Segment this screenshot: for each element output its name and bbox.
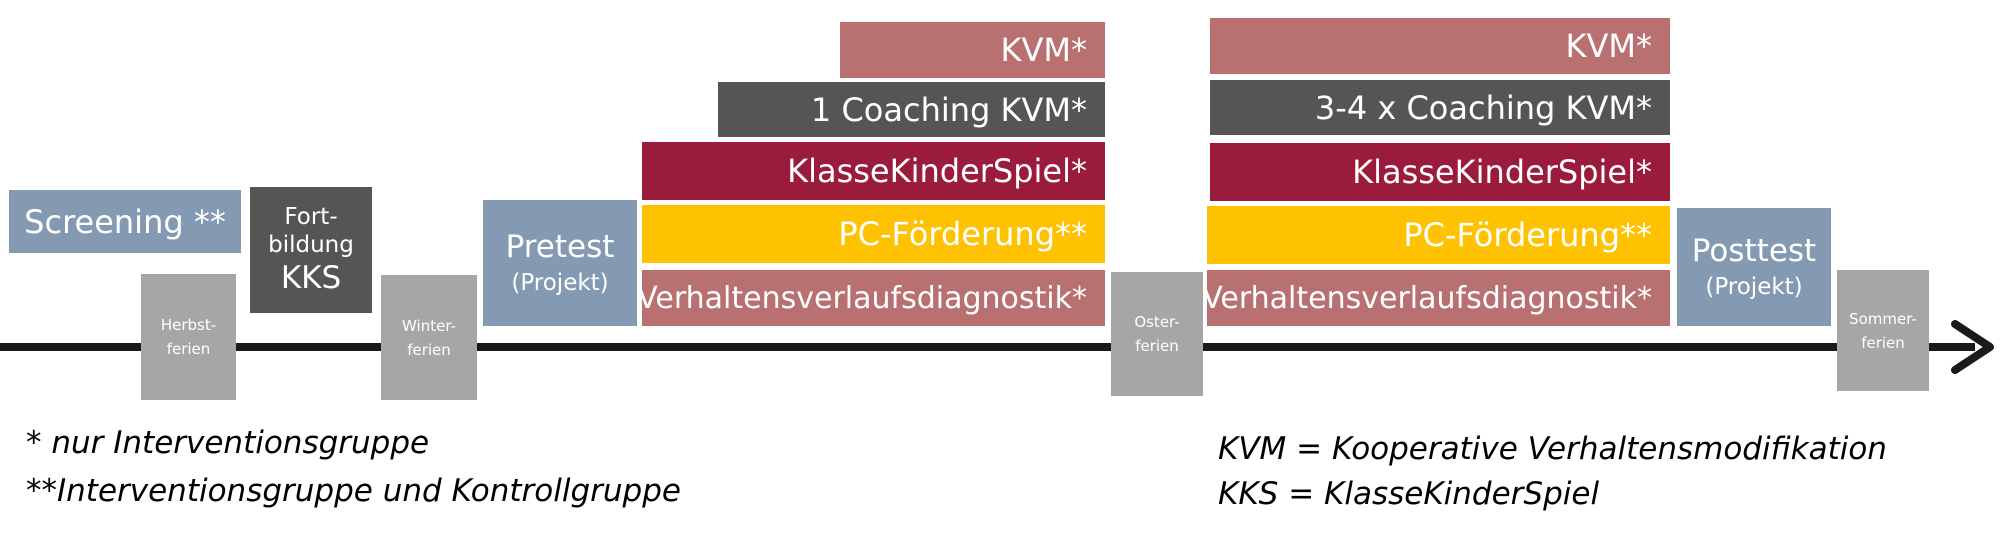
oster-line2: ferien — [1135, 337, 1179, 355]
herbst-line2: ferien — [166, 340, 211, 358]
phase2-vvd-bar: Verhaltensverlaufsdiagnostik* — [1202, 270, 1670, 326]
fortbildung-line1: Fort- — [284, 204, 338, 230]
fortbildung-line3: KKS — [280, 260, 342, 296]
holiday-osterferien: Oster- ferien — [1111, 272, 1203, 396]
oster-line1: Oster- — [1134, 313, 1180, 331]
pretest-box: Pretest (Projekt) — [483, 200, 637, 326]
phase2-coaching-label: 3-4 x Coaching KVM* — [1314, 88, 1652, 127]
phase1-coaching-label: 1 Coaching KVM* — [810, 90, 1087, 129]
fortbildung-line2: bildung — [268, 232, 354, 258]
legend-note-kvm: KVM = Kooperative Verhaltensmodifikation — [1218, 431, 1887, 467]
phase1-kks-bar: KlasseKinderSpiel* — [642, 142, 1105, 200]
fortbildung-box: Fort- bildung KKS — [250, 187, 372, 313]
phase2-kks-bar: KlasseKinderSpiel* — [1210, 143, 1670, 201]
phase2-pc-bar: PC-Förderung** — [1207, 206, 1670, 264]
posttest-subtitle: (Projekt) — [1705, 274, 1803, 300]
legend-note-both-groups: **Interventionsgruppe und Kontrollgruppe — [26, 473, 681, 509]
phase2-kks-label: KlasseKinderSpiel* — [1352, 153, 1652, 191]
legend-note-intervention: * nur Interventionsgruppe — [26, 425, 430, 461]
phase1-pc-bar: PC-Förderung** — [642, 205, 1105, 263]
phase2-coaching-bar: 3-4 x Coaching KVM* — [1210, 80, 1670, 135]
holiday-sommerferien: Sommer- ferien — [1837, 270, 1929, 391]
holiday-winterferien: Winter- ferien — [381, 275, 477, 400]
phase2-pc-label: PC-Förderung** — [1403, 216, 1652, 254]
legend-note-kks: KKS = KlasseKinderSpiel — [1218, 476, 1600, 512]
phase1-vvd-bar: Verhaltensverlaufsdiagnostik* — [637, 270, 1105, 326]
winter-line1: Winter- — [402, 316, 456, 335]
phase1-vvd-label: Verhaltensverlaufsdiagnostik* — [637, 280, 1087, 316]
screening-box: Screening ** — [9, 190, 241, 253]
holiday-herbstferien: Herbst- ferien — [141, 274, 236, 400]
phase1-coaching-bar: 1 Coaching KVM* — [718, 82, 1105, 137]
phase1-kvm-label: KVM* — [1000, 31, 1087, 69]
pretest-title: Pretest — [505, 229, 615, 265]
phase2-vvd-label: Verhaltensverlaufsdiagnostik* — [1202, 280, 1652, 316]
posttest-title: Posttest — [1691, 233, 1817, 269]
screening-label: Screening ** — [24, 202, 226, 241]
phase1-pc-label: PC-Förderung** — [838, 215, 1087, 253]
sommer-line2: ferien — [1861, 333, 1905, 352]
sommer-line1: Sommer- — [1849, 309, 1917, 328]
herbst-line1: Herbst- — [160, 316, 217, 334]
winter-line2: ferien — [407, 340, 451, 359]
phase1-kvm-bar: KVM* — [840, 22, 1105, 78]
phase2-kvm-bar: KVM* — [1210, 18, 1670, 74]
pretest-subtitle: (Projekt) — [511, 270, 609, 296]
phase2-kvm-label: KVM* — [1565, 27, 1652, 65]
phase1-kks-label: KlasseKinderSpiel* — [787, 152, 1087, 190]
posttest-box: Posttest (Projekt) — [1677, 208, 1831, 326]
